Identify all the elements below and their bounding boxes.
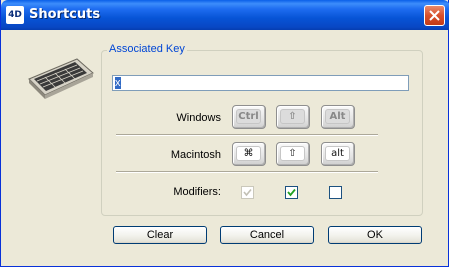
macintosh-label: Macintosh (170, 149, 221, 161)
separator (116, 134, 378, 136)
mac-shift-key[interactable]: ⇧ (276, 142, 310, 166)
modifiers-label: Modifiers: (173, 186, 221, 198)
mac-option-key[interactable]: alt (321, 142, 355, 166)
clear-button[interactable]: Clear (113, 226, 207, 244)
cancel-button[interactable]: Cancel (220, 226, 314, 244)
associated-key-input[interactable]: x (112, 75, 409, 91)
separator (116, 171, 378, 173)
associated-key-label: Associated Key (107, 43, 187, 55)
modifier-checkbox-1[interactable] (241, 186, 254, 199)
mac-command-key[interactable]: ⌘ (232, 142, 266, 166)
checkmark-icon (243, 188, 252, 197)
option-key-label: alt (325, 146, 350, 161)
ok-button[interactable]: OK (328, 226, 422, 244)
checkmark-icon (287, 188, 296, 197)
windows-shift-key[interactable]: ⇧ (276, 105, 310, 129)
shift-arrow-icon: ⇧ (280, 146, 305, 161)
keyboard-icon (28, 58, 94, 99)
key-input-value: x (115, 77, 121, 89)
close-button[interactable] (424, 5, 445, 26)
modifier-checkbox-2[interactable] (285, 186, 298, 199)
shortcuts-dialog: 4D Shortcuts Associated Key x Windows Ct… (0, 0, 449, 267)
shift-arrow-icon: ⇧ (280, 109, 305, 124)
4d-app-icon: 4D (6, 6, 24, 24)
command-icon: ⌘ (236, 146, 261, 161)
ctrl-key-label: Ctrl (236, 109, 261, 124)
windows-alt-key[interactable]: Alt (321, 105, 355, 129)
title-bar[interactable]: 4D Shortcuts (1, 0, 449, 30)
close-icon (429, 10, 440, 21)
windows-ctrl-key[interactable]: Ctrl (232, 105, 266, 129)
windows-label: Windows (176, 112, 221, 124)
window-title: Shortcuts (29, 7, 101, 22)
modifier-checkbox-3[interactable] (329, 186, 342, 199)
alt-key-label: Alt (325, 109, 350, 124)
